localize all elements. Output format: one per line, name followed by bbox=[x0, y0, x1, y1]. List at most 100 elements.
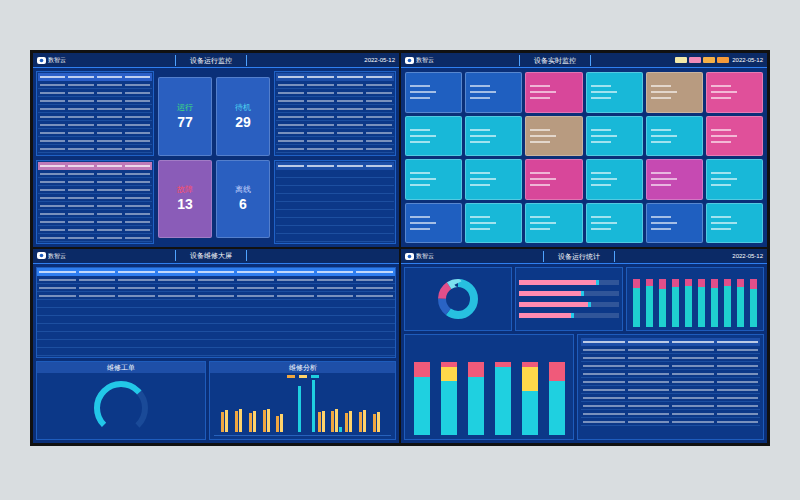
device-card[interactable] bbox=[405, 72, 462, 113]
header-mark bbox=[717, 341, 759, 343]
table-row bbox=[38, 211, 152, 218]
cell-mark bbox=[337, 189, 363, 191]
stacked-column bbox=[549, 362, 565, 435]
table-row bbox=[276, 227, 394, 234]
cell-mark bbox=[366, 92, 392, 94]
table-row bbox=[37, 285, 395, 292]
table-row bbox=[276, 146, 394, 153]
device-card[interactable] bbox=[706, 116, 763, 157]
cell-mark bbox=[40, 148, 65, 150]
cell-mark bbox=[307, 213, 333, 215]
cell-mark bbox=[79, 303, 116, 305]
cell-mark bbox=[79, 311, 116, 313]
data-table bbox=[276, 73, 394, 153]
cell-mark bbox=[672, 357, 714, 359]
stats-table-box bbox=[577, 334, 764, 440]
device-card[interactable] bbox=[586, 116, 643, 157]
tile-count: 6 bbox=[239, 197, 247, 211]
cloud-logo-icon bbox=[405, 253, 414, 260]
cell-mark bbox=[366, 116, 392, 118]
cell-mark bbox=[198, 335, 235, 337]
cell-mark bbox=[68, 84, 93, 86]
device-card[interactable] bbox=[646, 116, 703, 157]
cell-mark bbox=[158, 319, 195, 321]
logo-text: 数智云 bbox=[48, 253, 66, 259]
cell-mark bbox=[317, 311, 354, 313]
device-card[interactable] bbox=[706, 159, 763, 200]
cell-mark bbox=[39, 343, 76, 345]
cell-mark bbox=[337, 92, 363, 94]
header-mark bbox=[237, 271, 274, 273]
device-card[interactable] bbox=[465, 116, 522, 157]
cell-mark bbox=[356, 279, 393, 281]
cell-mark bbox=[125, 124, 150, 126]
cell-mark bbox=[68, 205, 93, 207]
cell-mark bbox=[317, 343, 354, 345]
bar bbox=[298, 386, 301, 432]
device-card[interactable] bbox=[646, 72, 703, 113]
card-line bbox=[591, 129, 611, 131]
pct-segment bbox=[659, 279, 666, 289]
panel-title: 设备维修大屏 bbox=[175, 250, 247, 261]
table-row bbox=[276, 195, 394, 202]
stacked-segment bbox=[468, 377, 484, 436]
card-line bbox=[711, 141, 731, 143]
cell-mark bbox=[628, 389, 670, 391]
cell-mark bbox=[307, 108, 333, 110]
table-row bbox=[581, 363, 760, 370]
device-card[interactable] bbox=[706, 72, 763, 113]
device-card[interactable] bbox=[646, 159, 703, 200]
cell-mark bbox=[672, 413, 714, 415]
status-tile[interactable]: 运行77 bbox=[158, 77, 212, 156]
cell-mark bbox=[307, 173, 333, 175]
device-card[interactable] bbox=[465, 159, 522, 200]
status-tile[interactable]: 待机29 bbox=[216, 77, 270, 156]
device-card[interactable] bbox=[586, 72, 643, 113]
gauge-fill bbox=[87, 378, 155, 434]
table-box bbox=[274, 160, 396, 245]
bar bbox=[221, 412, 224, 432]
stacked-segment bbox=[414, 362, 430, 377]
device-card[interactable] bbox=[525, 72, 582, 113]
device-card[interactable] bbox=[465, 72, 522, 113]
device-card[interactable] bbox=[525, 116, 582, 157]
cell-mark bbox=[118, 343, 155, 345]
cell-mark bbox=[97, 173, 122, 175]
device-card[interactable] bbox=[706, 203, 763, 244]
cell-mark bbox=[583, 349, 625, 351]
device-card[interactable] bbox=[465, 203, 522, 244]
table-row bbox=[37, 317, 395, 324]
device-card[interactable] bbox=[525, 159, 582, 200]
header-mark bbox=[40, 165, 65, 167]
device-card[interactable] bbox=[525, 203, 582, 244]
cloud-logo-icon bbox=[37, 252, 46, 259]
cell-mark bbox=[366, 84, 392, 86]
cell-mark bbox=[317, 327, 354, 329]
cell-mark bbox=[39, 351, 76, 353]
device-card[interactable] bbox=[586, 203, 643, 244]
device-card[interactable] bbox=[405, 159, 462, 200]
status-tile[interactable]: 故障13 bbox=[158, 160, 212, 239]
repair-table bbox=[36, 267, 396, 358]
stacked-segment bbox=[522, 391, 538, 435]
device-card[interactable] bbox=[405, 203, 462, 244]
cell-mark bbox=[356, 351, 393, 353]
table-row bbox=[276, 122, 394, 129]
cell-mark bbox=[68, 221, 93, 223]
device-card[interactable] bbox=[586, 159, 643, 200]
pct-segment bbox=[737, 279, 744, 287]
table-row bbox=[38, 219, 152, 226]
pct-segment bbox=[685, 286, 692, 327]
cell-mark bbox=[158, 295, 195, 297]
cell-mark bbox=[366, 213, 392, 215]
device-card[interactable] bbox=[646, 203, 703, 244]
data-table bbox=[276, 162, 394, 242]
date: 2022-05-12 bbox=[732, 253, 763, 259]
status-tile[interactable]: 离线6 bbox=[216, 160, 270, 239]
table-row bbox=[38, 106, 152, 113]
logo-dot bbox=[408, 254, 412, 258]
device-card[interactable] bbox=[405, 116, 462, 157]
cell-mark bbox=[40, 173, 65, 175]
donut-segment bbox=[442, 283, 474, 315]
status-panel: 数智云设备运行监控2022-05-12运行77待机29故障13离线6 bbox=[33, 53, 399, 247]
